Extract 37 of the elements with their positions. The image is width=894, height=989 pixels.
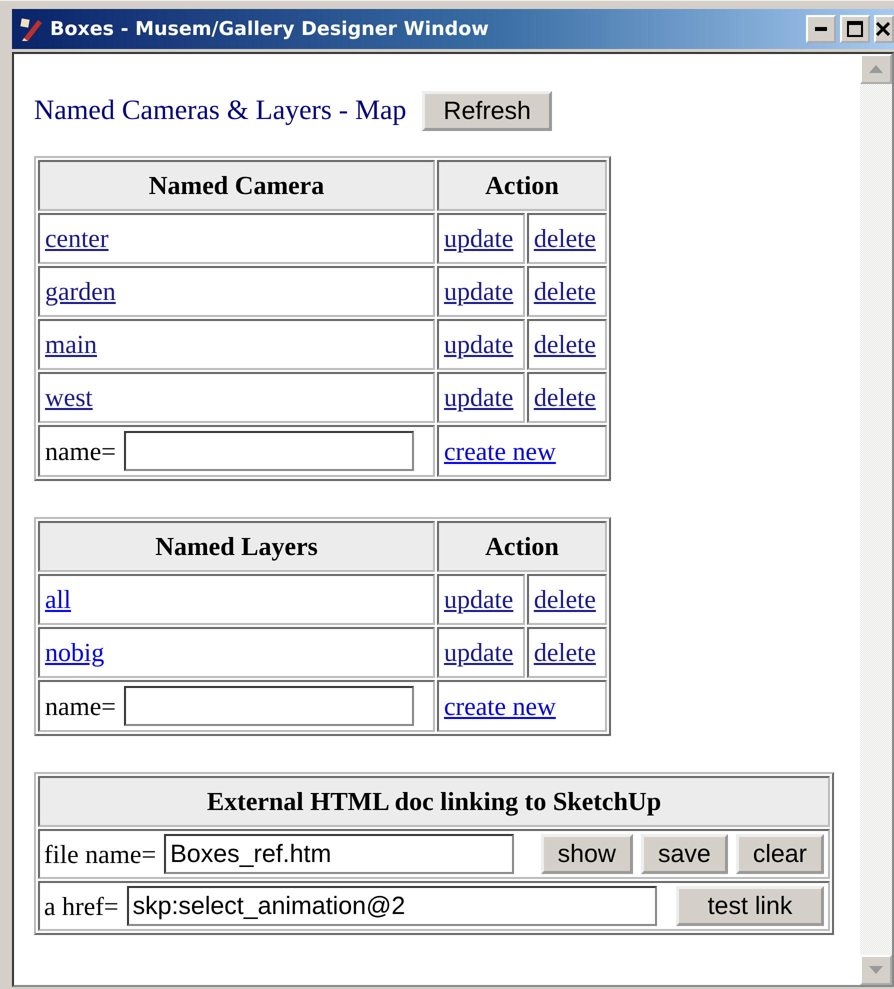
name-field[interactable]: [124, 431, 414, 471]
name-link[interactable]: nobig: [45, 638, 104, 667]
action-button[interactable]: test link: [676, 886, 824, 926]
up-arrow-icon: [869, 65, 883, 73]
window-title: Boxes - Musem/Gallery Designer Window: [50, 16, 489, 42]
close-icon: [876, 22, 890, 36]
href-field[interactable]: skp:select_animation@2: [126, 886, 657, 926]
field-label: a href=: [44, 890, 119, 922]
close-button[interactable]: [874, 15, 894, 43]
column-header: Action: [437, 521, 607, 572]
pencil-icon: [18, 16, 44, 42]
table-title: External HTML doc linking to SketchUp: [38, 776, 830, 827]
down-arrow-icon: [869, 966, 883, 974]
minimize-button[interactable]: [806, 15, 836, 43]
minimize-icon: [815, 27, 827, 31]
field-label: name=: [45, 690, 116, 722]
column-header: Action: [437, 160, 607, 211]
file-name-field[interactable]: Boxes_ref.htm: [164, 834, 514, 874]
maximize-icon: [847, 21, 863, 37]
name-link[interactable]: all: [45, 585, 71, 614]
action-button[interactable]: save: [641, 834, 728, 874]
column-header: Named Camera: [38, 160, 435, 211]
action-button[interactable]: show: [540, 834, 633, 874]
refresh-button[interactable]: Refresh: [422, 91, 552, 131]
page-heading: Named Cameras & Layers - Map: [34, 94, 406, 128]
field-label: name=: [45, 436, 116, 468]
action-button[interactable]: clear: [736, 834, 824, 874]
name-link[interactable]: garden: [45, 277, 116, 306]
name-link[interactable]: main: [45, 330, 97, 359]
field-label: file name=: [44, 838, 156, 870]
column-header: Named Layers: [38, 521, 435, 572]
name-link[interactable]: center: [45, 224, 109, 253]
name-link[interactable]: west: [45, 383, 93, 412]
maximize-button[interactable]: [840, 15, 870, 43]
name-field[interactable]: [124, 686, 414, 726]
scroll-up-button[interactable]: [860, 54, 892, 84]
scroll-down-button[interactable]: [860, 955, 892, 985]
